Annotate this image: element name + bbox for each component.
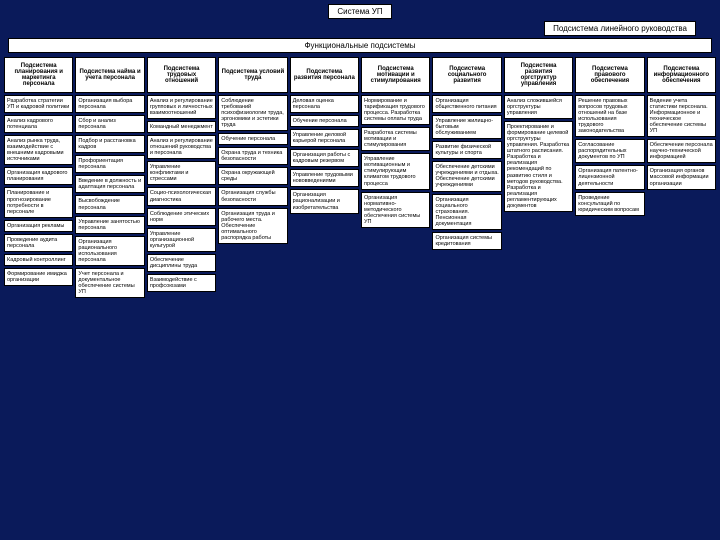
cell: Командный менеджмент <box>147 121 216 133</box>
cell: Нормирование и тарификация трудового про… <box>361 95 430 125</box>
column-header: Подсистема трудовых отношений <box>147 57 216 93</box>
cell: Разработка системы мотивации и стимулиро… <box>361 127 430 151</box>
cell: Обеспечение детскими учреждениями и отды… <box>432 161 501 191</box>
cell: Управление трудовыми нововведениями <box>290 169 359 187</box>
cell: Развитие физической культуры и спорта <box>432 141 501 159</box>
cell: Организация социального страхования. Пен… <box>432 194 501 230</box>
cell: Формирование имиджа организации <box>4 268 73 286</box>
cell: Организация общественного питания <box>432 95 501 113</box>
cell: Организация патентно-лицензионной деятел… <box>575 165 644 189</box>
column-header: Подсистема найма и учета персонала <box>75 57 144 93</box>
cell: Анализ и регулирование отношений руковод… <box>147 135 216 159</box>
cell: Управление жилищно-бытовым обслуживанием <box>432 115 501 139</box>
column-6: Подсистема социального развития Организац… <box>432 57 501 298</box>
cell: Организация нормативно-методического обе… <box>361 192 430 228</box>
cell: Охрана труда и техника безопасности <box>218 147 287 165</box>
column-9: Подсистема информационного обеспеченияВе… <box>647 57 716 298</box>
cell: Организация службы безопасности <box>218 187 287 205</box>
cell: Управление деловой карьерой персонала <box>290 129 359 147</box>
cell: Проектирование и формирование целевой ор… <box>504 121 573 212</box>
cell: Управление конфликтами и стрессами <box>147 161 216 185</box>
column-1: Подсистема найма и учета персонала Органи… <box>75 57 144 298</box>
cell: Согласование распорядительных документов… <box>575 139 644 163</box>
cell: Организация рекламы <box>4 220 73 232</box>
title-row: Система УП <box>4 4 716 19</box>
system-title: Система УП <box>328 4 391 19</box>
subsystem-title: Подсистема линейного руководства <box>544 21 696 36</box>
column-header: Подсистема развития персонала <box>290 57 359 93</box>
column-header: Подсистема правового обеспечения <box>575 57 644 93</box>
cell: Подбор и расстановка кадров <box>75 135 144 153</box>
cell: Ведение учета статистики персонала. Инфо… <box>647 95 716 137</box>
cell: Деловая оценка персонала <box>290 95 359 113</box>
column-header: Подсистема информационного обеспечения <box>647 57 716 93</box>
column-3: Подсистема условий трудаСоблюдение требо… <box>218 57 287 298</box>
column-header: Подсистема мотивации и стимулирования <box>361 57 430 93</box>
cell: Анализ и регулирование групповых и лично… <box>147 95 216 119</box>
cell: Организация кадрового планирования <box>4 167 73 185</box>
cell: Сбор и анализ персонала <box>75 115 144 133</box>
cell: Анализ рынка труда, взаимодействие с вне… <box>4 135 73 165</box>
cell: Соблюдение требований психофизиологии тр… <box>218 95 287 131</box>
cell: Охрана окружающей среды <box>218 167 287 185</box>
cell: Проведение аудита персонала <box>4 234 73 252</box>
cell: Профориентация персонала <box>75 155 144 173</box>
cell: Организация органов массовой информации … <box>647 165 716 189</box>
subtitle-row: Подсистема линейного руководства <box>4 21 716 36</box>
column-8: Подсистема правового обеспеченияРешение … <box>575 57 644 298</box>
column-header: Подсистема социального развития <box>432 57 501 93</box>
banner-row: Функциональные подсистемы <box>4 38 716 53</box>
cell: Социо-психологическая диагностика <box>147 187 216 205</box>
cell: Планирование и прогнозирование потребнос… <box>4 187 73 217</box>
cell: Организация труда и рабочего места. Обес… <box>218 208 287 244</box>
cell: Проведение консультаций по юридическим в… <box>575 192 644 216</box>
columns-container: Подсистема планирования и маркетинга пер… <box>4 57 716 298</box>
cell: Организация выбора персонала <box>75 95 144 113</box>
column-header: Подсистема развития оргструктур управлен… <box>504 57 573 93</box>
column-0: Подсистема планирования и маркетинга пер… <box>4 57 73 298</box>
functional-banner: Функциональные подсистемы <box>8 38 712 53</box>
cell: Обеспечение дисциплины труда <box>147 254 216 272</box>
column-header: Подсистема планирования и маркетинга пер… <box>4 57 73 93</box>
cell: Разработка стратегии УП и кадровой полит… <box>4 95 73 113</box>
cell: Организация работы с кадровым резервом <box>290 149 359 167</box>
cell: Учет персонала и документальное обеспече… <box>75 268 144 298</box>
cell: Анализ кадрового потенциала <box>4 115 73 133</box>
cell: Организация рационального использования … <box>75 236 144 266</box>
cell: Решение правовых вопросов трудовых отнош… <box>575 95 644 137</box>
cell: Взаимодействие с профсоюзами <box>147 274 216 292</box>
cell: Кадровый контроллинг <box>4 254 73 266</box>
cell: Управление мотивационным и стимулирующим… <box>361 153 430 189</box>
cell: Управление занятостью персонала <box>75 216 144 234</box>
cell: Обучение персонала <box>218 133 287 145</box>
column-5: Подсистема мотивации и стимулированияНор… <box>361 57 430 298</box>
cell: Управление организационной культурой <box>147 228 216 252</box>
cell: Организация рационализации и изобретател… <box>290 189 359 213</box>
cell: Высвобождение персонала <box>75 195 144 213</box>
column-7: Подсистема развития оргструктур управлен… <box>504 57 573 298</box>
column-2: Подсистема трудовых отношенийАнализ и ре… <box>147 57 216 298</box>
cell: Обеспечение персонала научно-технической… <box>647 139 716 163</box>
cell: Введение в должность и адаптация персона… <box>75 175 144 193</box>
column-header: Подсистема условий труда <box>218 57 287 93</box>
diagram-root: Система УП Подсистема линейного руководс… <box>0 0 720 302</box>
cell: Анализ сложившейся оргструктуры управлен… <box>504 95 573 119</box>
cell: Обучение персонала <box>290 115 359 127</box>
cell: Организация системы кредитования <box>432 232 501 250</box>
cell: Соблюдение этических норм <box>147 208 216 226</box>
column-4: Подсистема развития персонала Деловая оце… <box>290 57 359 298</box>
